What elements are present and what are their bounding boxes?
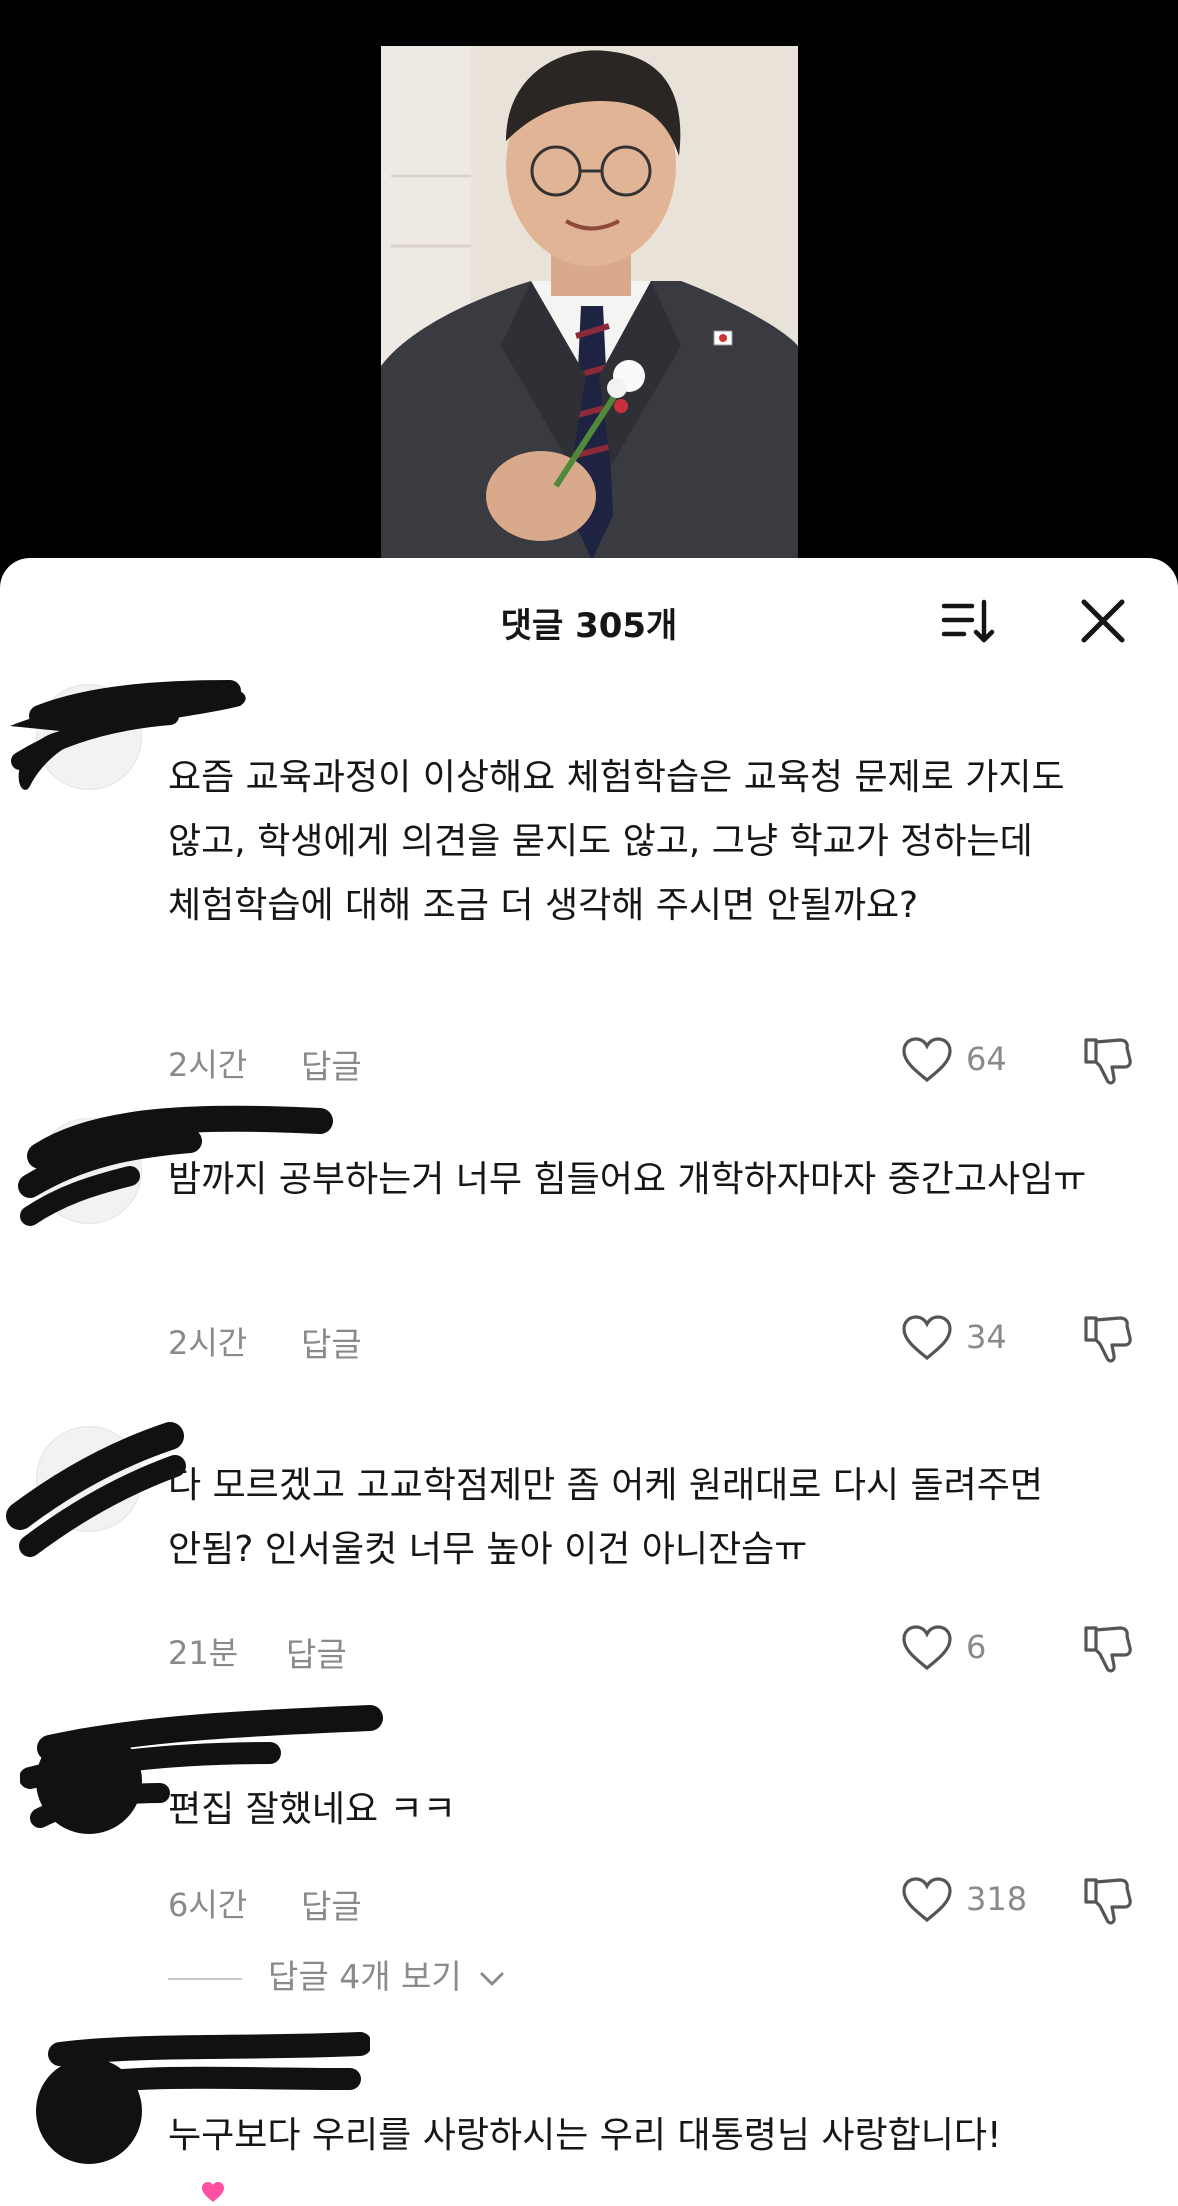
avatar[interactable] [36, 1118, 142, 1224]
dislike-icon[interactable] [1080, 1620, 1136, 1676]
like-count: 318 [966, 1880, 1028, 1918]
comment-text: 다 모르겠고 고교학점제만 좀 어케 원래대로 다시 돌려주면 안됨? 인서울컷… [168, 1465, 1043, 1570]
chevron-down-icon [480, 1972, 504, 1985]
view-replies-label: 답글 4개 보기 [268, 1957, 462, 1996]
comment-text: 누구보다 우리를 사랑하시는 우리 대통령님 사랑합니다! [168, 2115, 1002, 2156]
heart-emoji-icon [202, 2182, 224, 2202]
sort-icon[interactable] [938, 592, 998, 652]
comment-item: 밤까지 공부하는거 너무 힘들어요 개학하자마자 중간고사임ㅠ 2시간 답글 3… [0, 1105, 1178, 1364]
comment-item: 다 모르겠고 고교학점제만 좀 어케 원래대로 다시 돌려주면 안됨? 인서울컷… [0, 1422, 1178, 1674]
dislike-icon[interactable] [1080, 1310, 1136, 1366]
comment-time: 2시간 [168, 1046, 248, 1084]
heart-icon [902, 1877, 952, 1923]
comment-item: 누구보다 우리를 사랑하시는 우리 대통령님 사랑합니다! [0, 2032, 1178, 2206]
view-replies-button[interactable]: 답글 4개 보기 [168, 1950, 506, 1998]
close-icon[interactable] [1072, 590, 1134, 652]
comment-time: 21분 [168, 1634, 239, 1672]
heart-icon [902, 1037, 952, 1083]
comment-item: 편집 잘했네요 ㅋㅋ 6시간 답글 318 답글 4개 보기 [0, 1705, 1178, 1996]
comments-sheet: 댓글 305개 요즘 교육과정이 이상해요 체험학습은 교육청 문제로 가지도 [0, 558, 1178, 2206]
comment-text: 요즘 교육과정이 이상해요 체험학습은 교육청 문제로 가지도 않고, 학생에게… [168, 757, 1065, 926]
like-count: 6 [966, 1628, 987, 1666]
comment-time: 2시간 [168, 1324, 248, 1362]
avatar[interactable] [36, 1426, 142, 1532]
dislike-icon[interactable] [1080, 1872, 1136, 1928]
video-thumbnail [381, 46, 798, 560]
heart-icon [902, 1625, 952, 1671]
comments-count-title: 댓글 305개 [500, 606, 678, 646]
like-count: 34 [966, 1318, 1007, 1356]
reply-button[interactable]: 답글 [301, 1040, 362, 1088]
comment-item: 요즘 교육과정이 이상해요 체험학습은 교육청 문제로 가지도 않고, 학생에게… [0, 680, 1178, 1086]
avatar[interactable] [36, 684, 142, 790]
comment-text: 밤까지 공부하는거 너무 힘들어요 개학하자마자 중간고사임ㅠ [168, 1159, 1087, 1200]
reply-button[interactable]: 답글 [301, 1318, 362, 1366]
person-photo [381, 46, 798, 560]
divider-line [168, 1977, 242, 1980]
like-count: 64 [966, 1040, 1007, 1078]
comment-time: 6시간 [168, 1886, 248, 1924]
comment-text: 편집 잘했네요 ㅋㅋ [168, 1789, 456, 1830]
comments-header: 댓글 305개 [0, 558, 1178, 682]
heart-icon [902, 1315, 952, 1361]
reply-button[interactable]: 답글 [301, 1880, 362, 1928]
avatar[interactable] [36, 2058, 142, 2164]
avatar[interactable] [36, 1728, 142, 1834]
dislike-icon[interactable] [1080, 1032, 1136, 1088]
reply-button[interactable]: 답글 [286, 1628, 347, 1676]
video-area[interactable] [0, 0, 1178, 580]
